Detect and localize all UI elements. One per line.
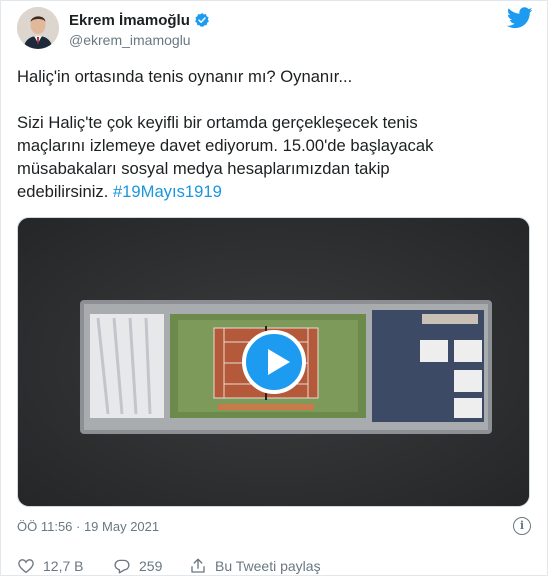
tweet-text: Haliç'in ortasında tenis oynanır mı? Oyn… — [17, 65, 529, 203]
timestamp[interactable]: ÖÖ 11:56 · 19 May 2021 — [17, 519, 159, 534]
tweet-line: Sizi Haliç'te çok keyifli bir ortamda ge… — [17, 113, 418, 132]
tweet-line-text: edebilirsiniz. — [17, 182, 109, 201]
verified-badge-icon — [194, 12, 210, 28]
heart-icon — [18, 559, 34, 574]
share-icon — [191, 558, 205, 573]
tweet-line: maçlarını izlemeye davet ediyorum. 15.00… — [17, 136, 434, 155]
display-name[interactable]: Ekrem İmamoğlu — [69, 12, 190, 29]
reply-button[interactable]: 259 — [113, 557, 162, 575]
reply-count: 259 — [139, 558, 163, 574]
like-count: 12,7 B — [43, 558, 84, 574]
tweet-header: Ekrem İmamoğlu @ekrem_imamoglu — [17, 7, 533, 49]
like-button[interactable]: 12,7 B — [17, 557, 83, 575]
tweet-line: müsabakaları sosyal medya hesaplarımızda… — [17, 159, 390, 178]
author-names: Ekrem İmamoğlu @ekrem_imamoglu — [69, 10, 210, 48]
share-button[interactable]: Bu Tweeti paylaş — [189, 557, 321, 575]
tweet-line: Haliç'in ortasında tenis oynanır mı? Oyn… — [17, 67, 353, 86]
video-player[interactable] — [17, 217, 530, 507]
avatar[interactable] — [17, 7, 59, 49]
author-handle[interactable]: @ekrem_imamoglu — [69, 32, 210, 48]
reply-bubble-icon — [114, 559, 130, 574]
play-button[interactable] — [242, 330, 306, 394]
hashtag-link[interactable]: #19Mayıs1919 — [113, 182, 222, 201]
tweet-actions: 12,7 B 259 Bu Tweeti paylaş — [17, 557, 531, 576]
share-label: Bu Tweeti paylaş — [215, 558, 321, 574]
tweet-card: Ekrem İmamoğlu @ekrem_imamoglu Haliç'in … — [0, 0, 548, 576]
info-icon[interactable]: i — [513, 517, 531, 535]
twitter-bird-icon[interactable] — [506, 7, 533, 29]
tweet-meta: ÖÖ 11:56 · 19 May 2021 i — [17, 517, 531, 537]
tweet-line-last: edebilirsiniz. #19Mayıs1919 — [17, 180, 529, 203]
